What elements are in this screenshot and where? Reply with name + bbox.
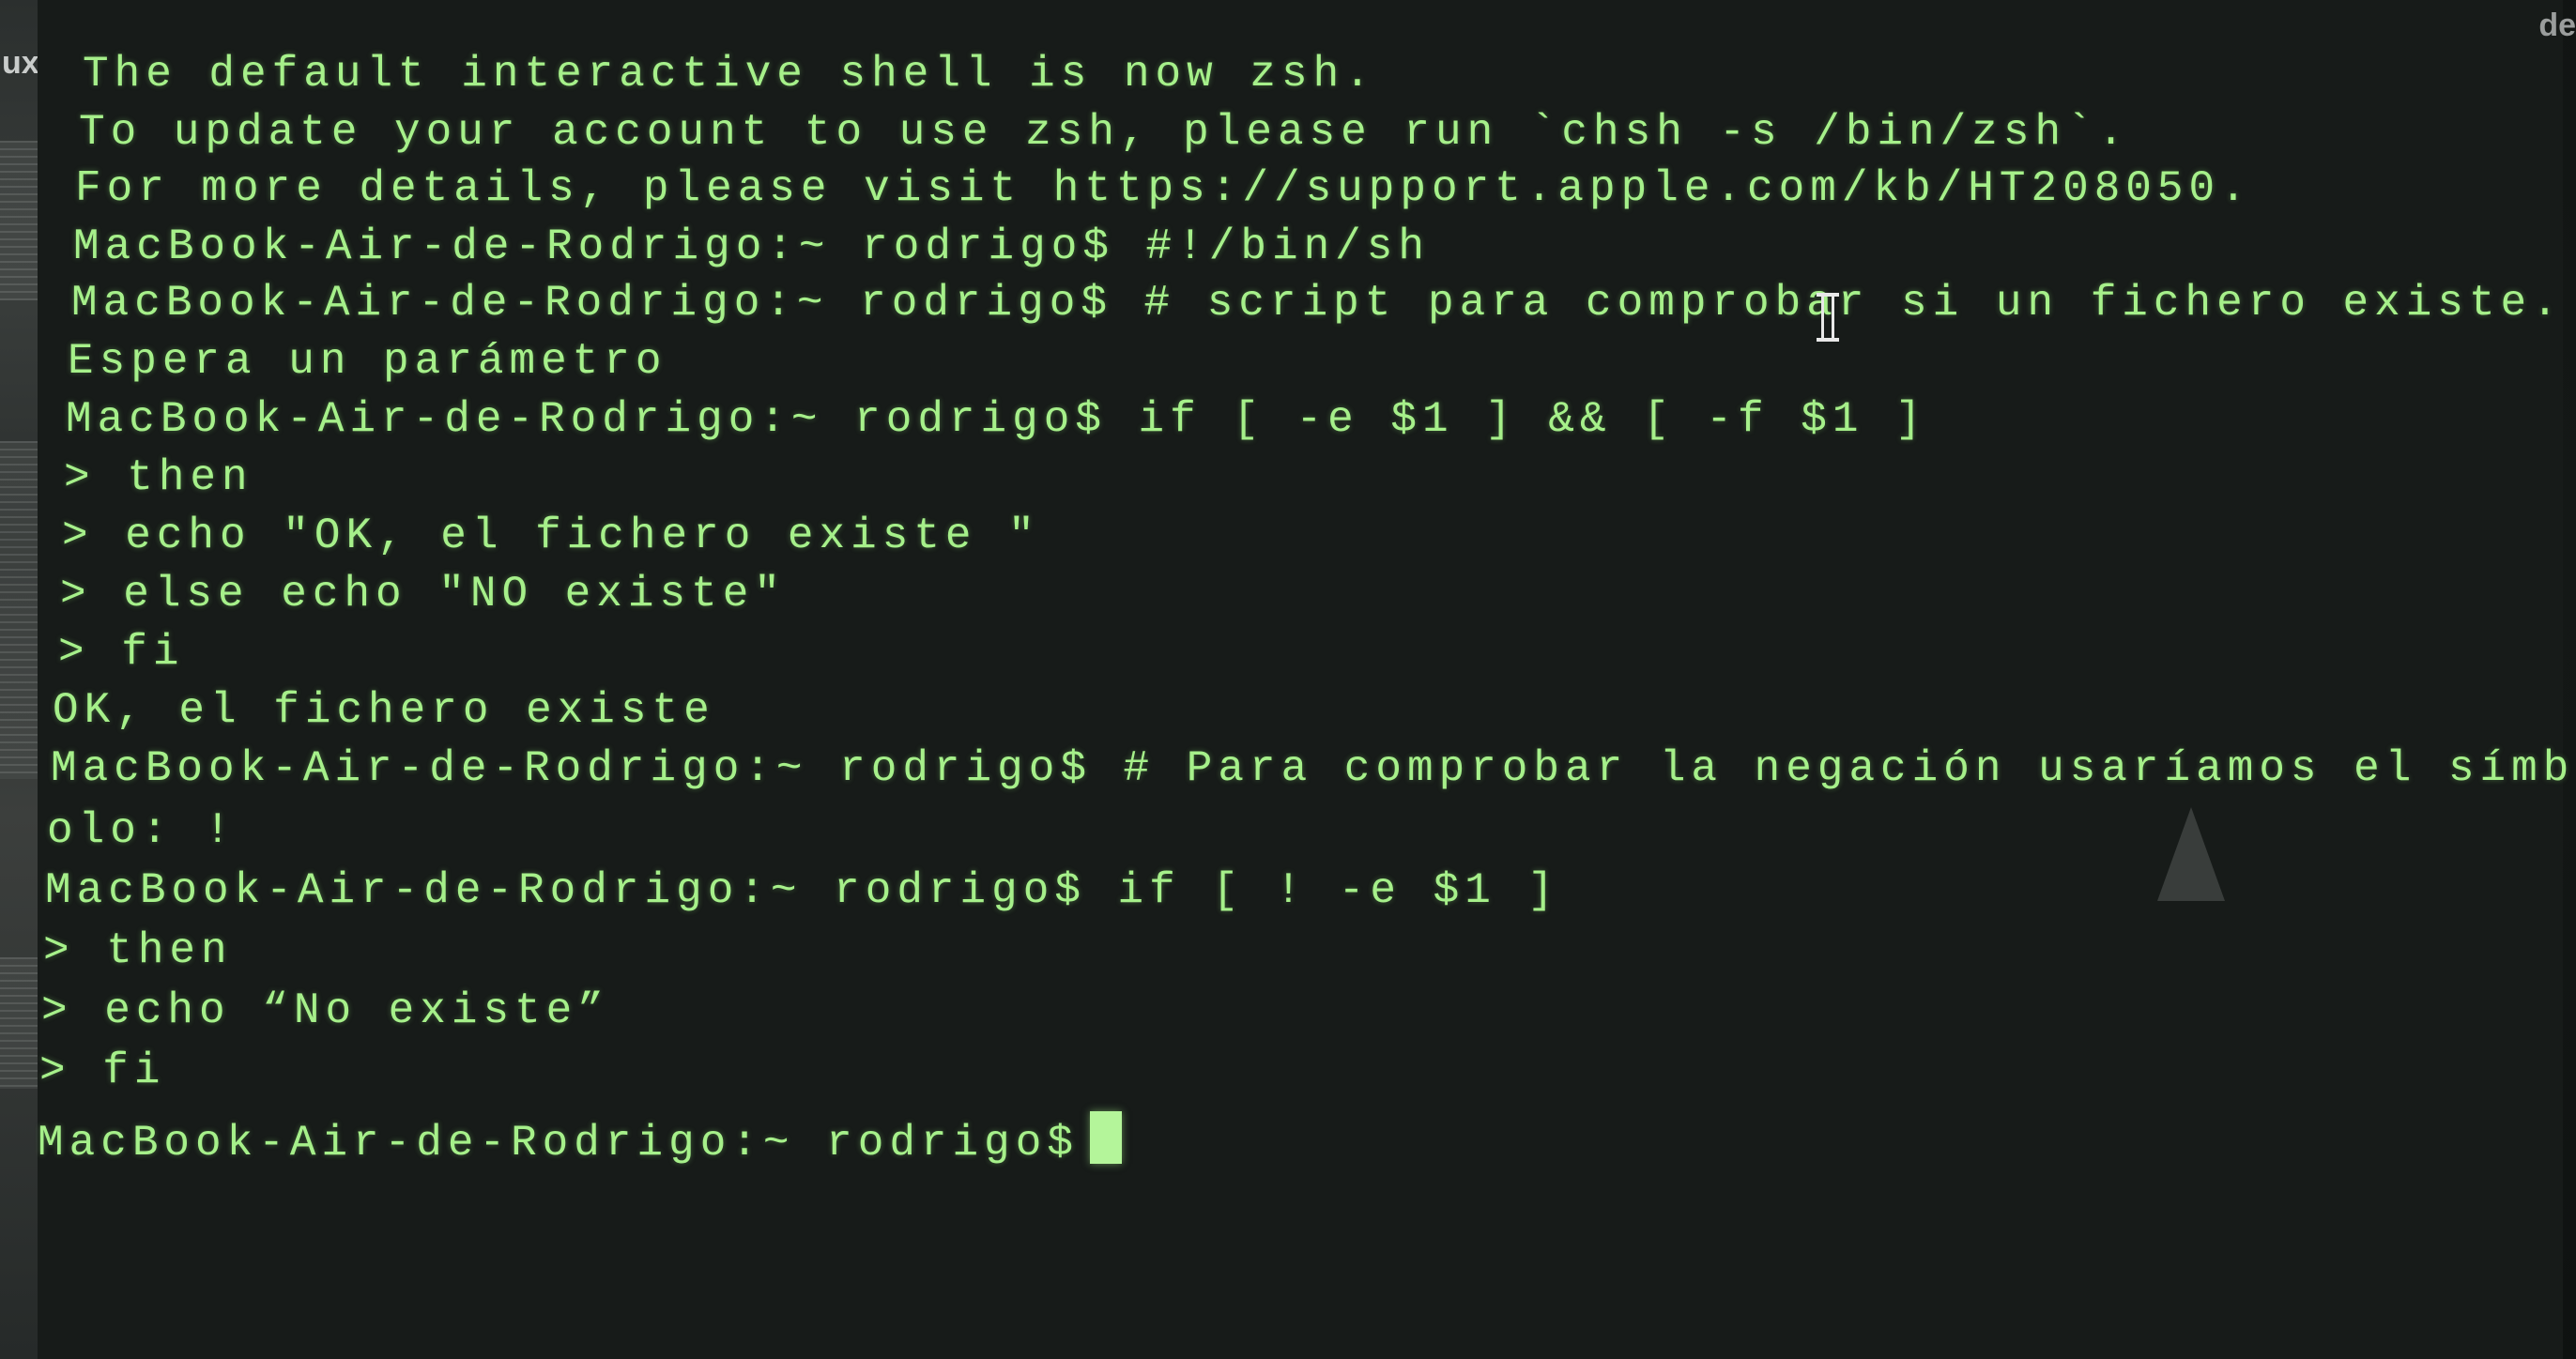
terminal-line: For more details, please visit https://s… — [75, 164, 2252, 213]
terminal-line: > fi — [58, 628, 185, 677]
terminal-line: > then — [43, 926, 233, 975]
terminal-window[interactable]: The default interactive shell is now zsh… — [38, 0, 2568, 1359]
screen: ux.p The default interactive shell is no… — [0, 0, 2576, 1359]
terminal-line: To update your account to use zsh, pleas… — [79, 108, 2130, 157]
terminal-line: > fi — [39, 1046, 166, 1095]
background-window-thumbnail — [0, 441, 39, 779]
background-window-text-right: de — [2538, 8, 2576, 43]
terminal-line: MacBook-Air-de-Rodrigo:~ rodrigo$ if [ -… — [66, 395, 1927, 444]
terminal-line: The default interactive shell is now zsh… — [83, 50, 1376, 99]
terminal-line: MacBook-Air-de-Rodrigo:~ rodrigo$ #!/bin… — [73, 222, 1430, 271]
terminal-line: > echo "OK, el fichero existe " — [62, 512, 1040, 560]
background-window-edge[interactable] — [0, 0, 39, 1359]
terminal-line: MacBook-Air-de-Rodrigo:~ rodrigo$ if [ !… — [45, 866, 1560, 915]
terminal-line: olo: ! — [47, 806, 237, 855]
terminal-current-line[interactable]: MacBook-Air-de-Rodrigo:~ rodrigo$ — [38, 1111, 1122, 1165]
terminal-line: > then — [64, 453, 253, 502]
terminal-line: OK, el fichero existe — [53, 686, 715, 735]
ibeam-cursor-icon — [1817, 293, 1839, 342]
terminal-prompt: MacBook-Air-de-Rodrigo:~ rodrigo$ — [38, 1119, 1079, 1168]
text-cursor — [1089, 1111, 1122, 1164]
terminal-line: MacBook-Air-de-Rodrigo:~ rodrigo$ # scri… — [71, 279, 2564, 328]
terminal-line: MacBook-Air-de-Rodrigo:~ rodrigo$ # Para… — [51, 744, 2575, 793]
terminal-line: > echo “No existe” — [41, 986, 609, 1035]
background-window-thumbnail — [0, 141, 39, 300]
terminal-output[interactable]: The default interactive shell is now zsh… — [38, 0, 2568, 1359]
terminal-line: > else echo "NO existe" — [60, 570, 786, 618]
background-window-thumbnail — [0, 957, 39, 1089]
terminal-line: Espera un parámetro — [68, 337, 667, 386]
screen-glare — [2157, 807, 2225, 901]
